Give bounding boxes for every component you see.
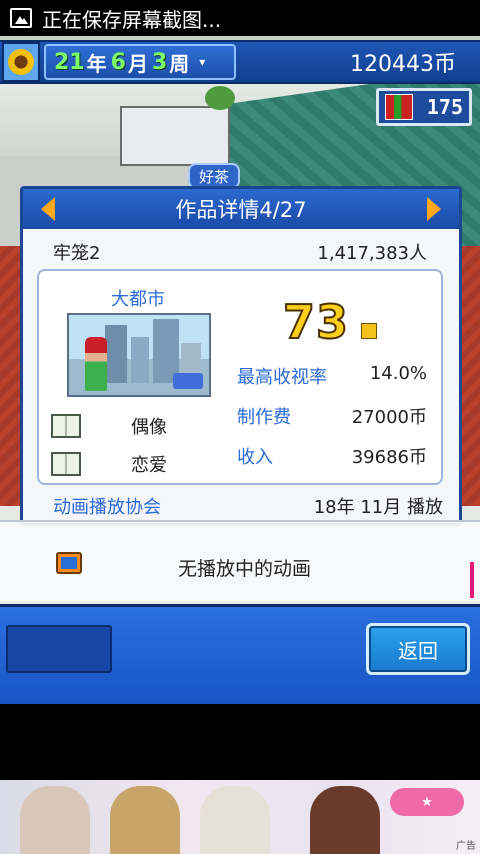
empty-slot xyxy=(6,625,112,673)
book-icon xyxy=(51,414,81,438)
genre-label: 偶像 xyxy=(131,417,167,438)
ad-character xyxy=(20,786,90,854)
scroll-indicator[interactable] xyxy=(470,562,474,598)
air-date: 18年 11月 播放 xyxy=(313,497,443,518)
stat-row: 收入 39686币 xyxy=(237,443,427,469)
work-location: 大都市 xyxy=(111,289,165,310)
score-rank-icon xyxy=(361,323,377,339)
tv-icon xyxy=(56,552,82,574)
panel-title: 作品详情4/27 xyxy=(175,198,307,222)
spacer xyxy=(0,704,480,780)
prev-arrow-icon[interactable] xyxy=(41,197,55,221)
stat-value: 39686币 xyxy=(351,447,427,468)
money-display: 120443币 xyxy=(350,52,456,77)
work-name: 牢笼2 xyxy=(53,243,101,264)
date-month-unit: 月 xyxy=(127,51,148,76)
season-badge[interactable] xyxy=(2,42,40,82)
idol-character xyxy=(85,337,107,391)
stat-label: 收入 xyxy=(237,447,273,468)
panel-header: 作品详情4/27 xyxy=(23,189,459,229)
research-points-value: 175 xyxy=(426,95,463,119)
ad-tag: 广告 xyxy=(456,841,476,852)
date-week-unit: 周 xyxy=(169,51,190,76)
now-airing-text: 无播放中的动画 xyxy=(178,558,312,580)
next-arrow-icon[interactable] xyxy=(427,197,441,221)
work-score: 73 xyxy=(282,294,350,350)
ad-character xyxy=(310,786,380,854)
genre-item: 偶像 xyxy=(51,413,211,439)
sunflower-icon xyxy=(8,49,34,75)
books-icon xyxy=(385,94,413,120)
ad-character xyxy=(110,786,180,854)
book-icon xyxy=(51,452,81,476)
stat-value: 27000币 xyxy=(351,407,427,428)
reception-desk xyxy=(120,106,230,166)
work-thumbnail xyxy=(67,313,211,397)
back-button[interactable]: 返回 xyxy=(366,623,470,675)
image-icon xyxy=(10,8,32,28)
work-summary: 牢笼2 1,417,383人 xyxy=(53,239,427,265)
broadcast-info: 动画播放协会 18年 11月 播放 xyxy=(53,493,443,519)
stat-label: 最高收视率 xyxy=(237,367,327,388)
date-month: 6 xyxy=(110,49,126,75)
date-year-unit: 年 xyxy=(86,51,107,76)
stat-row: 制作费 27000币 xyxy=(237,403,427,429)
screenshot-notification: 正在保存屏幕截图... xyxy=(42,7,222,32)
genre-label: 恋爱 xyxy=(131,455,167,476)
truck xyxy=(173,373,203,389)
date-week: 3 xyxy=(151,49,168,75)
stat-value: 14.0% xyxy=(369,363,427,384)
stat-label: 制作费 xyxy=(237,407,291,428)
date-display[interactable]: 21 年 6 月 3 周 ▾ xyxy=(44,44,236,80)
ad-game-logo: ★ xyxy=(390,788,464,816)
viewer-count: 1,417,383人 xyxy=(317,243,427,264)
research-points-badge[interactable]: 175 xyxy=(376,88,472,126)
work-detail-panel: 作品详情4/27 牢笼2 1,417,383人 大都市 偶像 恋爱 73 最高收… xyxy=(20,186,462,526)
building xyxy=(131,337,149,383)
stat-row: 最高收视率 14.0% xyxy=(237,363,427,389)
building xyxy=(105,325,127,383)
date-year: 21 xyxy=(54,49,85,75)
ad-character xyxy=(200,786,270,854)
caret-down-icon: ▾ xyxy=(199,55,206,69)
bottom-bar: 返回 xyxy=(0,604,480,704)
work-info-card: 大都市 偶像 恋爱 73 最高收视率 14.0% 制作费 27000币 收入 3… xyxy=(37,269,443,485)
genre-item: 恋爱 xyxy=(51,451,211,477)
status-bar: 正在保存屏幕截图... xyxy=(0,0,480,36)
broadcaster-name: 动画播放协会 xyxy=(53,497,161,518)
plant xyxy=(205,86,235,110)
ad-banner[interactable]: ★ 广告 xyxy=(0,780,480,854)
now-airing-strip: 无播放中的动画 xyxy=(0,520,480,602)
